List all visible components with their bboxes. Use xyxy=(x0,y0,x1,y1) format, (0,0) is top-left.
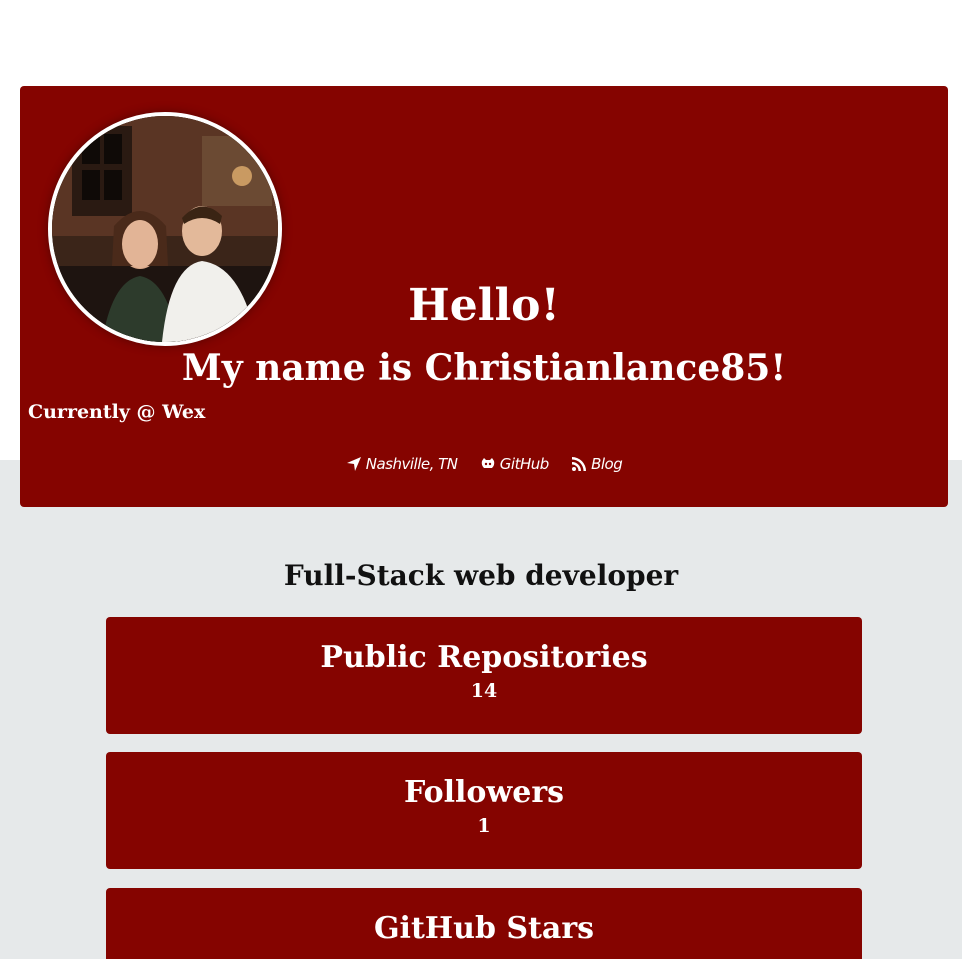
stat-value: 14 xyxy=(470,680,498,702)
stat-card-github-stars: GitHub Stars xyxy=(106,888,862,959)
stat-value: 1 xyxy=(477,815,491,837)
location-link[interactable]: Nashville, TN xyxy=(346,454,458,474)
greeting-heading: Hello! xyxy=(408,280,560,331)
stat-title: Followers xyxy=(403,775,565,810)
name-heading: My name is Christianlance85! xyxy=(181,347,787,389)
profile-hero: Hello! My name is Christianlance85! Curr… xyxy=(20,86,948,507)
stat-title: GitHub Stars xyxy=(373,911,595,946)
location-arrow-icon xyxy=(346,457,361,471)
stat-card-public-repositories: Public Repositories 14 xyxy=(106,617,862,734)
current-employer: Currently @ Wex xyxy=(28,401,206,423)
location-label: Nashville, TN xyxy=(365,455,458,473)
tagline: Full-Stack web developer xyxy=(283,559,679,592)
stat-title: Public Repositories xyxy=(320,640,648,675)
github-icon xyxy=(481,458,495,468)
rss-icon xyxy=(572,457,587,471)
profile-links: Nashville, TN GitHub Blog xyxy=(20,454,948,477)
blog-label: Blog xyxy=(591,455,623,473)
blog-link[interactable]: Blog xyxy=(571,454,623,474)
github-link[interactable]: GitHub xyxy=(480,454,549,474)
github-label: GitHub xyxy=(499,455,549,473)
stat-card-followers: Followers 1 xyxy=(106,752,862,869)
